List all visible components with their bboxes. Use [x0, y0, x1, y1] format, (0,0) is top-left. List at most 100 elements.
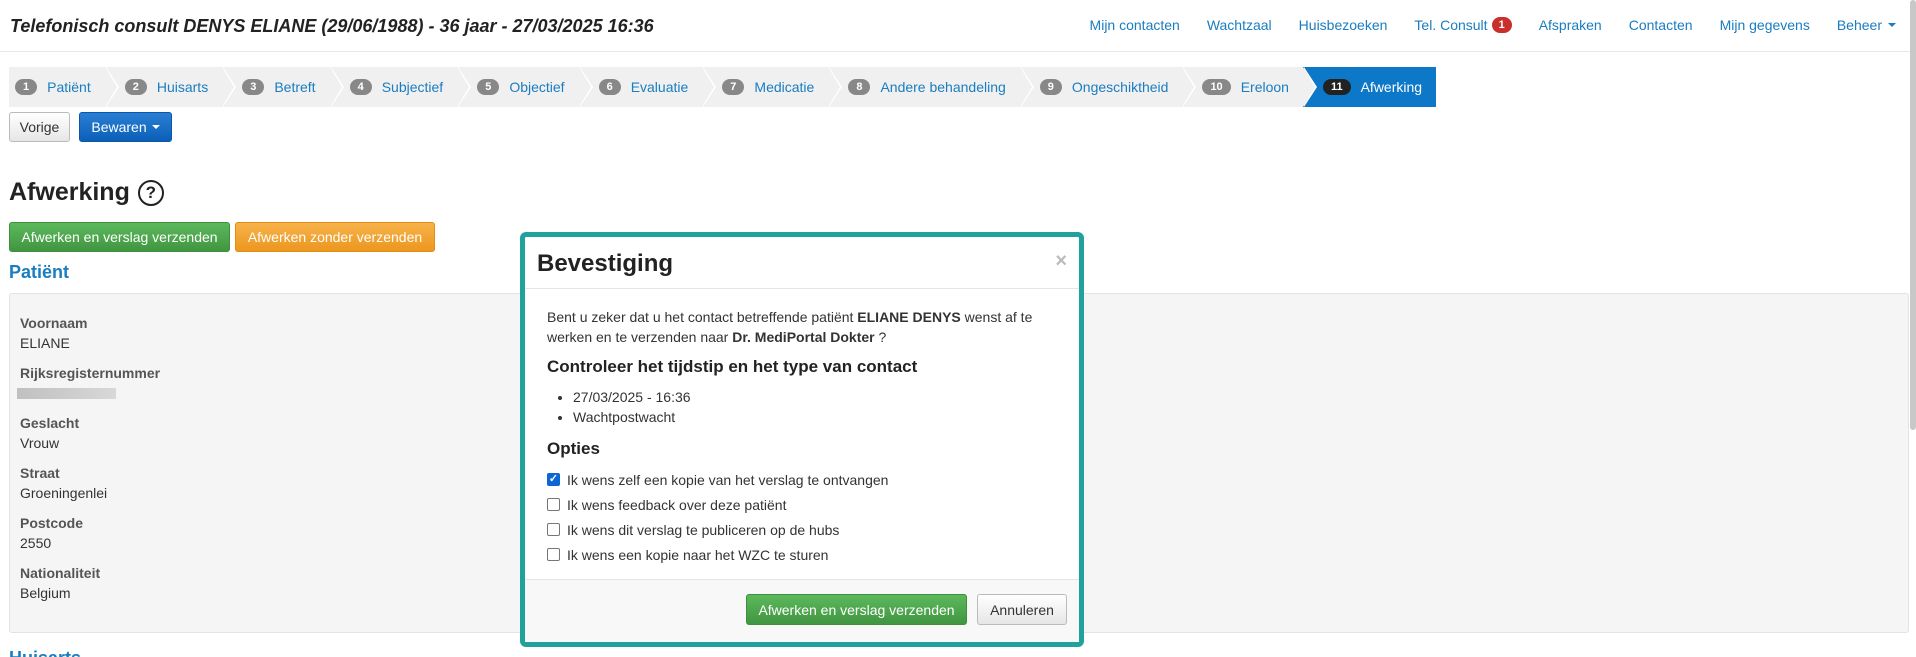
- nav-afspraken[interactable]: Afspraken: [1539, 17, 1602, 33]
- nav-mijn-contacten[interactable]: Mijn contacten: [1090, 17, 1180, 33]
- option-publish-hubs[interactable]: Ik wens dit verslag te publiceren op de …: [547, 517, 1047, 542]
- step-label: Patiënt: [47, 79, 91, 95]
- step-subjectief[interactable]: 4 Subjectief: [329, 67, 471, 107]
- step-andere-behandeling[interactable]: 8 Andere behandeling: [828, 67, 1035, 107]
- modal-header: Bevestiging ×: [525, 237, 1079, 289]
- help-icon[interactable]: ?: [137, 179, 164, 206]
- first-name-label: Voornaam: [20, 315, 88, 331]
- option-copy[interactable]: ✓ Ik wens zelf een kopie van het verslag …: [547, 467, 1047, 492]
- finish-send-button[interactable]: Afwerken en verslag verzenden: [9, 222, 230, 252]
- nav-label: Wachtzaal: [1206, 17, 1272, 33]
- option-label: Ik wens feedback over deze patiënt: [567, 496, 787, 513]
- step-label: Subjectief: [381, 79, 444, 95]
- checkbox[interactable]: [547, 523, 560, 536]
- chevron-down-icon: [1888, 23, 1896, 27]
- contact-info-list: 27/03/2025 - 16:36 Wachtpostwacht: [573, 387, 1047, 427]
- nav-huisbezoeken[interactable]: Huisbezoeken: [1299, 17, 1388, 33]
- option-feedback[interactable]: Ik wens feedback over deze patiënt: [547, 492, 1047, 517]
- huisarts-section-title: Huisarts: [9, 648, 81, 657]
- patient-section-title: Patiënt: [9, 262, 70, 282]
- nav-tel-consult[interactable]: Tel. Consult 1: [1414, 17, 1512, 33]
- chevron-down-icon: [151, 125, 160, 129]
- step-number: 2: [124, 79, 147, 95]
- nav-beheer[interactable]: Beheer: [1837, 17, 1896, 33]
- step-number: 1: [15, 79, 38, 95]
- step-evaluatie[interactable]: 6 Evaluatie: [578, 67, 716, 107]
- confirm-send-button[interactable]: Afwerken en verslag verzenden: [746, 594, 967, 625]
- section-title: Afwerking: [9, 178, 130, 206]
- cancel-button[interactable]: Annuleren: [977, 594, 1067, 625]
- step-label: Huisarts: [156, 79, 209, 95]
- scrollbar[interactable]: [1910, 0, 1916, 430]
- gender-value: Vrouw: [20, 435, 60, 451]
- intro-text: ?: [874, 329, 887, 345]
- postcode-value: 2550: [20, 535, 52, 551]
- step-betreft[interactable]: 3 Betreft: [222, 67, 345, 107]
- finish-nosend-button[interactable]: Afwerken zonder verzenden: [235, 222, 435, 252]
- step-label: Medicatie: [754, 79, 815, 95]
- step-number: 5: [477, 79, 500, 95]
- step-number: 8: [848, 79, 871, 95]
- step-ereloon[interactable]: 10 Ereloon: [1182, 67, 1317, 107]
- redacted-rrn: [17, 388, 116, 399]
- step-label: Betreft: [274, 79, 316, 95]
- option-wzc-copy[interactable]: Ik wens een kopie naar het WZC te sturen: [547, 542, 1047, 567]
- step-afwerking[interactable]: 11 Afwerking: [1302, 67, 1437, 107]
- rrn-label: Rijksregisternummer: [20, 365, 161, 381]
- step-label: Ongeschiktheid: [1071, 79, 1169, 95]
- checkbox[interactable]: [547, 498, 560, 511]
- street-label: Straat: [20, 465, 60, 481]
- checkbox[interactable]: [547, 548, 560, 561]
- page-title: Telefonisch consult DENYS ELIANE (29/06/…: [10, 16, 654, 36]
- step-number: 7: [722, 79, 745, 95]
- modal-footer: Afwerken en verslag verzenden Annuleren: [525, 579, 1079, 642]
- nav-label: Afspraken: [1538, 17, 1602, 33]
- intro-text: Bent u zeker dat u het contact betreffen…: [547, 309, 858, 325]
- step-huisarts[interactable]: 2 Huisarts: [104, 67, 237, 107]
- step-number: 11: [1322, 79, 1351, 95]
- nav-label: Contacten: [1628, 17, 1693, 33]
- nav-label: Beheer: [1836, 17, 1882, 33]
- close-icon[interactable]: ×: [1055, 250, 1067, 273]
- nationality-value: Belgium: [20, 585, 71, 601]
- step-objectief[interactable]: 5 Objectief: [457, 67, 593, 107]
- save-button[interactable]: Bewaren: [79, 112, 172, 142]
- section-heading: Afwerking ?: [9, 178, 164, 207]
- top-navbar: Telefonisch consult DENYS ELIANE (29/06/…: [0, 0, 1916, 52]
- confirmation-modal: Bevestiging × Bent u zeker dat u het con…: [520, 232, 1084, 647]
- check-heading: Controleer het tijdstip en het type van …: [547, 357, 918, 376]
- modal-title: Bevestiging: [537, 250, 674, 277]
- step-ongeschiktheid[interactable]: 9 Ongeschiktheid: [1019, 67, 1197, 107]
- postcode-label: Postcode: [20, 515, 84, 531]
- step-label: Evaluatie: [630, 79, 689, 95]
- nav-label: Mijn contacten: [1089, 17, 1180, 33]
- doctor-name: Dr. MediPortal Dokter: [732, 329, 875, 345]
- wizard-steps: 1 Patiënt 2 Huisarts 3 Betreft 4 Subjectief …: [9, 67, 1437, 107]
- step-patient[interactable]: 1 Patiënt: [9, 67, 119, 107]
- confirmation-text: Bent u zeker dat u het contact betreffen…: [547, 307, 1047, 347]
- step-medicatie[interactable]: 7 Medicatie: [702, 67, 843, 107]
- step-label: Objectief: [509, 79, 565, 95]
- first-name-value: ELIANE: [20, 335, 70, 351]
- nav-wachtzaal[interactable]: Wachtzaal: [1207, 17, 1272, 33]
- option-label: Ik wens een kopie naar het WZC te sturen: [567, 546, 829, 563]
- step-label: Afwerking: [1360, 79, 1423, 95]
- step-label: Ereloon: [1240, 79, 1289, 95]
- options-heading: Opties: [547, 439, 600, 458]
- nav-contacten[interactable]: Contacten: [1629, 17, 1693, 33]
- contact-type: Wachtpostwacht: [573, 407, 1047, 427]
- nationality-label: Nationaliteit: [20, 565, 101, 581]
- patient-name: ELIANE DENYS: [857, 309, 961, 325]
- step-number: 6: [598, 79, 621, 95]
- nav-mijn-gegevens[interactable]: Mijn gegevens: [1720, 17, 1810, 33]
- save-label: Bewaren: [91, 119, 147, 135]
- gender-label: Geslacht: [20, 415, 80, 431]
- top-nav: Mijn contacten Wachtzaal Huisbezoeken Te…: [1063, 17, 1896, 33]
- checkbox-checked[interactable]: ✓: [547, 473, 560, 486]
- nav-label: Tel. Consult: [1414, 17, 1488, 33]
- previous-button[interactable]: Vorige: [9, 112, 70, 142]
- modal-body: Bent u zeker dat u het contact betreffen…: [547, 307, 1047, 567]
- nav-label: Huisbezoeken: [1298, 17, 1388, 33]
- option-label: Ik wens zelf een kopie van het verslag t…: [567, 471, 889, 488]
- nav-label: Mijn gegevens: [1719, 17, 1810, 33]
